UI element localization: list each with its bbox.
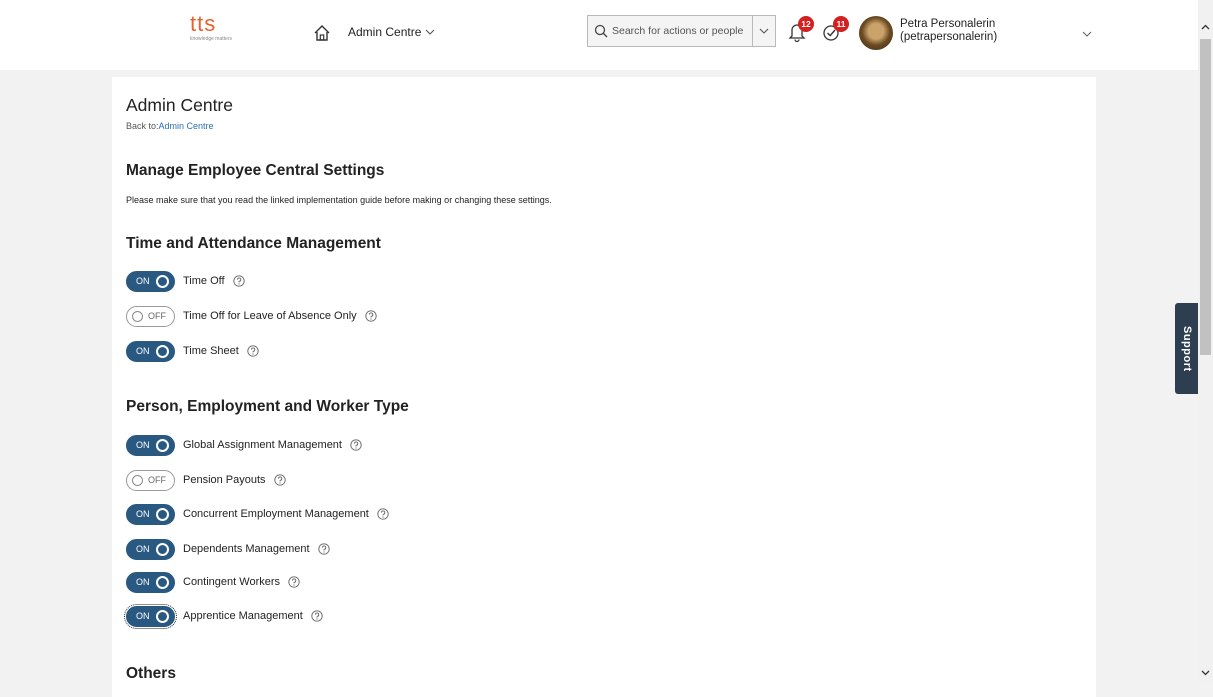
- notifications-badge: 12: [798, 16, 814, 32]
- toggle-knob: [156, 438, 169, 452]
- setting-row: ON Time Sheet: [126, 340, 259, 362]
- chevron-down-icon: [425, 29, 435, 35]
- setting-row: ON Time Off: [126, 270, 245, 292]
- setting-toggle[interactable]: ON: [126, 340, 175, 362]
- breadcrumb-prefix: Back to:: [126, 121, 159, 131]
- help-icon[interactable]: [311, 610, 323, 622]
- help-icon[interactable]: [365, 310, 377, 322]
- setting-label: Time Off for Leave of Absence Only: [183, 310, 357, 322]
- chevron-down-icon: [759, 28, 769, 34]
- setting-row: OFF Pension Payouts: [126, 469, 286, 491]
- setting-row: ON Concurrent Employment Management: [126, 503, 389, 525]
- group-title-time-attendance: Time and Attendance Management: [126, 235, 381, 252]
- search-icon: [594, 24, 608, 38]
- toggle-knob: [156, 575, 169, 589]
- toggle-state-label: ON: [136, 509, 150, 519]
- toggle-state-label: ON: [136, 346, 150, 356]
- avatar[interactable]: [859, 16, 893, 50]
- toggle-knob: [156, 344, 169, 358]
- setting-toggle[interactable]: ON: [124, 603, 177, 629]
- support-label: Support: [1181, 325, 1193, 372]
- setting-toggle[interactable]: ON: [126, 538, 175, 560]
- setting-row: ON Apprentice Management: [124, 603, 323, 629]
- setting-row: ON Contingent Workers: [126, 571, 300, 593]
- user-menu-chevron-icon[interactable]: [1082, 29, 1092, 39]
- logo-text: tts: [190, 11, 217, 36]
- scrollbar-thumb[interactable]: [1200, 39, 1211, 355]
- company-logo[interactable]: tts knowledge matters: [190, 11, 238, 48]
- admin-centre-menu[interactable]: Admin Centre: [348, 25, 435, 39]
- user-display-name: Petra Personalerin: [900, 18, 996, 30]
- toggle-knob: [156, 274, 169, 288]
- breadcrumb: Back to:Admin Centre: [126, 121, 214, 131]
- setting-row: OFF Time Off for Leave of Absence Only: [126, 305, 377, 327]
- tasks-badge: 11: [833, 16, 849, 32]
- logo-tagline: knowledge matters: [190, 36, 232, 42]
- setting-toggle[interactable]: ON: [126, 270, 175, 292]
- setting-label: Dependents Management: [183, 543, 310, 555]
- admin-centre-menu-label: Admin Centre: [348, 25, 422, 39]
- toggle-knob: [156, 609, 169, 623]
- support-tab[interactable]: Support: [1175, 303, 1199, 394]
- setting-row: ON Dependents Management: [126, 538, 330, 560]
- user-id: (petrapersonalerin): [900, 31, 998, 43]
- setting-toggle[interactable]: OFF: [126, 469, 175, 491]
- scroll-up-arrow-icon[interactable]: [1200, 22, 1211, 33]
- toggle-knob: [156, 542, 169, 556]
- toggle-knob: [132, 474, 143, 486]
- setting-label: Concurrent Employment Management: [183, 508, 369, 520]
- help-icon[interactable]: [273, 474, 286, 486]
- setting-label: Contingent Workers: [183, 576, 281, 588]
- group-title-others: Others: [126, 665, 176, 682]
- setting-label: Pension Payouts: [183, 474, 266, 486]
- search-placeholder: Search for actions or people: [612, 25, 744, 37]
- toggle-state-label: ON: [136, 544, 150, 554]
- setting-toggle[interactable]: ON: [126, 434, 175, 456]
- setting-toggle[interactable]: ON: [126, 571, 175, 593]
- setting-toggle[interactable]: OFF: [126, 305, 175, 327]
- user-menu[interactable]: Petra Personalerin (petrapersonalerin): [900, 18, 997, 44]
- toggle-state-label: ON: [136, 440, 150, 450]
- search-input[interactable]: Search for actions or people: [587, 15, 753, 47]
- setting-label: Time Off: [183, 275, 225, 287]
- help-icon[interactable]: [350, 439, 362, 451]
- back-link[interactable]: Admin Centre: [159, 121, 214, 131]
- help-icon[interactable]: [317, 543, 330, 555]
- toggle-state-label: OFF: [148, 475, 166, 485]
- toggle-knob: [156, 507, 169, 521]
- setting-label: Global Assignment Management: [183, 439, 342, 451]
- setting-label: Time Sheet: [183, 345, 239, 357]
- home-icon[interactable]: [313, 24, 331, 42]
- setting-toggle[interactable]: ON: [126, 503, 175, 525]
- page-title: Admin Centre: [126, 95, 233, 115]
- group-title-person-employment: Person, Employment and Worker Type: [126, 398, 409, 415]
- toggle-state-label: ON: [136, 611, 150, 621]
- toggle-state-label: ON: [136, 276, 150, 286]
- setting-label: Apprentice Management: [183, 610, 303, 622]
- help-icon[interactable]: [377, 508, 389, 520]
- scroll-down-arrow-icon[interactable]: [1200, 667, 1211, 678]
- help-icon[interactable]: [247, 345, 259, 357]
- toggle-state-label: OFF: [148, 311, 166, 321]
- help-icon[interactable]: [288, 576, 300, 588]
- toggle-knob: [132, 310, 143, 322]
- toggle-state-label: ON: [136, 577, 150, 587]
- help-icon[interactable]: [232, 275, 245, 287]
- section-title: Manage Employee Central Settings: [126, 162, 385, 179]
- setting-row: ON Global Assignment Management: [126, 434, 362, 456]
- search-scope-dropdown[interactable]: [752, 15, 776, 47]
- implementation-note: Please make sure that you read the linke…: [126, 195, 552, 205]
